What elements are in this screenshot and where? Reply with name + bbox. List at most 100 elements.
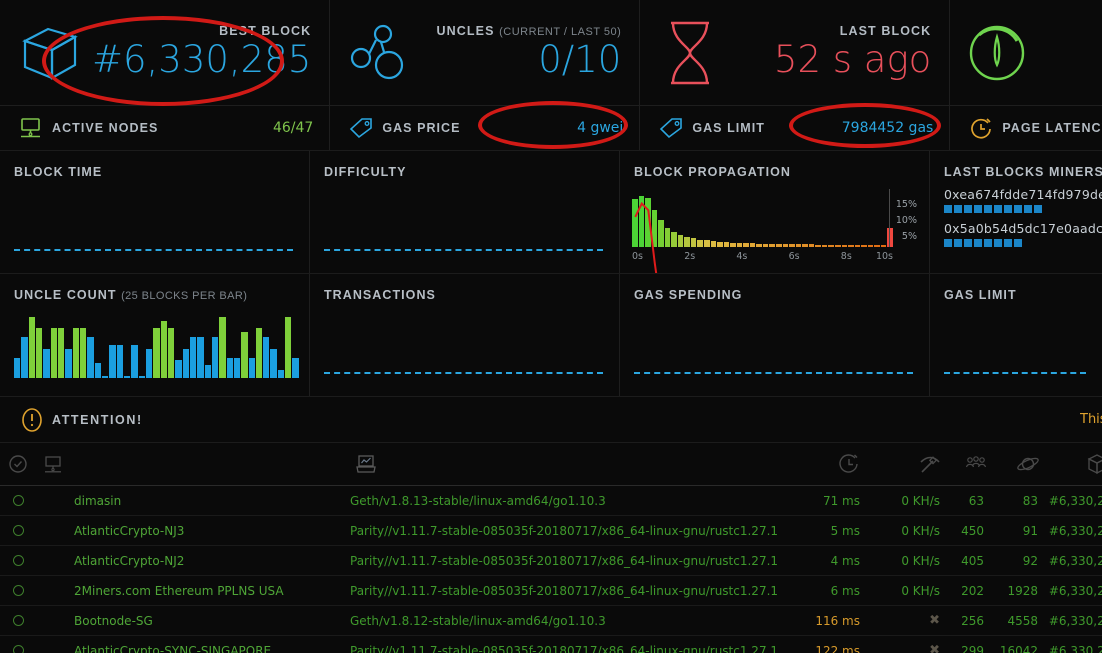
uncle-count-bar bbox=[270, 349, 276, 378]
ethstats-dashboard: BEST BLOCK #6,330,285 ACTIVE NODES 46/47 bbox=[0, 0, 1102, 653]
row-latency: 5 ms bbox=[790, 524, 874, 538]
row-node-name: 2Miners.com Ethereum PPLNS USA bbox=[70, 584, 350, 598]
cube-icon bbox=[8, 21, 92, 85]
row-pin-toggle[interactable] bbox=[0, 615, 36, 626]
uncles-sublabel: (CURRENT / LAST 50) bbox=[499, 26, 621, 38]
gas-limit-stat: GAS LIMIT 7984452 gas bbox=[640, 105, 949, 150]
uncle-count-bar bbox=[256, 328, 262, 378]
active-nodes-label: ACTIVE NODES bbox=[52, 121, 158, 135]
best-block-label: BEST BLOCK bbox=[92, 24, 311, 38]
pin-dot-icon bbox=[13, 585, 24, 596]
monitor-icon bbox=[10, 117, 52, 139]
uncle-count-bar bbox=[153, 328, 159, 378]
gas-limit-label: GAS LIMIT bbox=[692, 121, 765, 135]
gas-price-stat: GAS PRICE 4 gwei bbox=[330, 105, 639, 150]
uncle-count-bar bbox=[183, 349, 189, 378]
table-row[interactable]: dimasinGeth/v1.8.13-stable/linux-amd64/g… bbox=[0, 486, 1102, 516]
row-uncles: 1928 bbox=[990, 584, 1044, 598]
empty-chart-baseline bbox=[634, 372, 913, 374]
pin-dot-icon bbox=[13, 645, 24, 653]
uncle-count-bars bbox=[14, 312, 299, 378]
miner-block-squares bbox=[944, 239, 1086, 247]
attention-bar: ATTENTION! This bbox=[0, 397, 1102, 443]
panel-last-blocks-miners: LAST BLOCKS MINERS 0xea674fdde714fd979de… bbox=[930, 151, 1102, 273]
row-node-version: Parity//v1.11.7-stable-085035f-20180717/… bbox=[350, 554, 790, 568]
gas-limit-value: 7984452 gas bbox=[842, 120, 950, 136]
row-pin-toggle[interactable] bbox=[0, 585, 36, 596]
panel-title: GAS LIMIT bbox=[944, 288, 1086, 302]
panel-title: TRANSACTIONS bbox=[324, 288, 603, 302]
row-hashrate: 0 KH/s bbox=[874, 494, 946, 508]
uncle-count-bar bbox=[95, 363, 101, 378]
row-block-number: #6,330,285 bbox=[1044, 614, 1102, 628]
uncle-count-bar bbox=[43, 349, 49, 378]
header-version-icon bbox=[350, 453, 790, 475]
row-block-number: #6,330,285 bbox=[1044, 644, 1102, 653]
uncle-count-bar bbox=[212, 337, 218, 378]
propagation-x-axis: 0s2s4s6s8s10s bbox=[632, 251, 893, 265]
propagation-x-tick: 4s bbox=[736, 251, 747, 262]
uncle-count-bar bbox=[161, 321, 167, 378]
uncle-count-bar bbox=[234, 358, 240, 378]
row-pin-toggle[interactable] bbox=[0, 495, 36, 506]
row-node-name: AtlanticCrypto-NJ3 bbox=[70, 524, 350, 538]
row-uncles: 4558 bbox=[990, 614, 1044, 628]
uncle-count-sublabel: (25 BLOCKS PER BAR) bbox=[121, 290, 247, 302]
gas-price-label: GAS PRICE bbox=[382, 121, 460, 135]
uncle-count-bar bbox=[146, 349, 152, 378]
panel-title: GAS SPENDING bbox=[634, 288, 913, 302]
no-hashrate-icon: ✖ bbox=[929, 613, 940, 628]
miner-block-square bbox=[944, 205, 952, 213]
gas-price-value: 4 gwei bbox=[577, 120, 639, 136]
last-block-label: LAST BLOCK bbox=[732, 24, 931, 38]
uncle-count-bar bbox=[219, 317, 225, 378]
row-pin-toggle[interactable] bbox=[0, 645, 36, 653]
table-row[interactable]: Bootnode-SGGeth/v1.8.12-stable/linux-amd… bbox=[0, 606, 1102, 636]
uncle-count-bar bbox=[36, 328, 42, 378]
row-latency: 71 ms bbox=[790, 494, 874, 508]
miner-block-square bbox=[1014, 239, 1022, 247]
node-table: dimasinGeth/v1.8.13-stable/linux-amd64/g… bbox=[0, 443, 1102, 653]
pin-dot-icon bbox=[13, 555, 24, 566]
table-row[interactable]: AtlanticCrypto-SYNC-SINGAPOREParity//v1.… bbox=[0, 636, 1102, 653]
header-peers-icon bbox=[946, 455, 990, 473]
empty-chart-baseline bbox=[14, 249, 293, 251]
row-node-version: Parity//v1.11.7-stable-085035f-20180717/… bbox=[350, 584, 790, 598]
uncle-count-bar bbox=[124, 376, 130, 378]
row-hashrate: ✖ bbox=[874, 613, 946, 628]
table-body: dimasinGeth/v1.8.13-stable/linux-amd64/g… bbox=[0, 486, 1102, 653]
uncle-count-bar bbox=[278, 370, 284, 378]
miner-block-square bbox=[1004, 239, 1012, 247]
pin-dot-icon bbox=[13, 525, 24, 536]
panel-transactions: TRANSACTIONS bbox=[310, 274, 620, 396]
miner-row[interactable]: 0x5a0b54d5dc17e0aadc3 bbox=[944, 221, 1086, 247]
row-latency: 6 ms bbox=[790, 584, 874, 598]
page-latency-label: PAGE LATENCY bbox=[1002, 121, 1102, 135]
miner-row[interactable]: 0xea674fdde714fd979de bbox=[944, 187, 1086, 213]
tag-icon bbox=[340, 117, 382, 139]
table-row[interactable]: AtlanticCrypto-NJ2Parity//v1.11.7-stable… bbox=[0, 546, 1102, 576]
miner-block-square bbox=[964, 239, 972, 247]
header-pin-icon[interactable] bbox=[0, 454, 36, 474]
row-node-name: AtlanticCrypto-NJ2 bbox=[70, 554, 350, 568]
stat-column-last-block: LAST BLOCK 52 s ago GAS LIMIT 7984452 ga… bbox=[640, 0, 950, 150]
chart-row-2: UNCLE COUNT (25 BLOCKS PER BAR) TRANSACT… bbox=[0, 274, 1102, 397]
uncle-count-bar bbox=[197, 337, 203, 378]
uncle-count-bar bbox=[51, 328, 57, 378]
avg-block-time-label: AVG BLOC bbox=[1042, 24, 1102, 38]
table-row[interactable]: 2Miners.com Ethereum PPLNS USAParity//v1… bbox=[0, 576, 1102, 606]
empty-chart-baseline bbox=[324, 372, 603, 374]
panel-title: LAST BLOCKS MINERS bbox=[944, 165, 1086, 179]
avg-block-time-stat: AVG BLOC 0.00 bbox=[950, 0, 1102, 105]
miner-block-square bbox=[954, 205, 962, 213]
uncle-count-bar bbox=[14, 358, 20, 378]
uncle-count-bar bbox=[139, 376, 145, 378]
row-hashrate: 0 KH/s bbox=[874, 584, 946, 598]
uncle-count-bar bbox=[80, 328, 86, 378]
row-pin-toggle[interactable] bbox=[0, 555, 36, 566]
row-pin-toggle[interactable] bbox=[0, 525, 36, 536]
row-node-version: Geth/v1.8.13-stable/linux-amd64/go1.10.3 bbox=[350, 494, 790, 508]
stat-column-avg-block-time: AVG BLOC 0.00 PAGE LATENCY bbox=[950, 0, 1102, 150]
uncle-count-bar bbox=[263, 337, 269, 378]
table-row[interactable]: AtlanticCrypto-NJ3Parity//v1.11.7-stable… bbox=[0, 516, 1102, 546]
